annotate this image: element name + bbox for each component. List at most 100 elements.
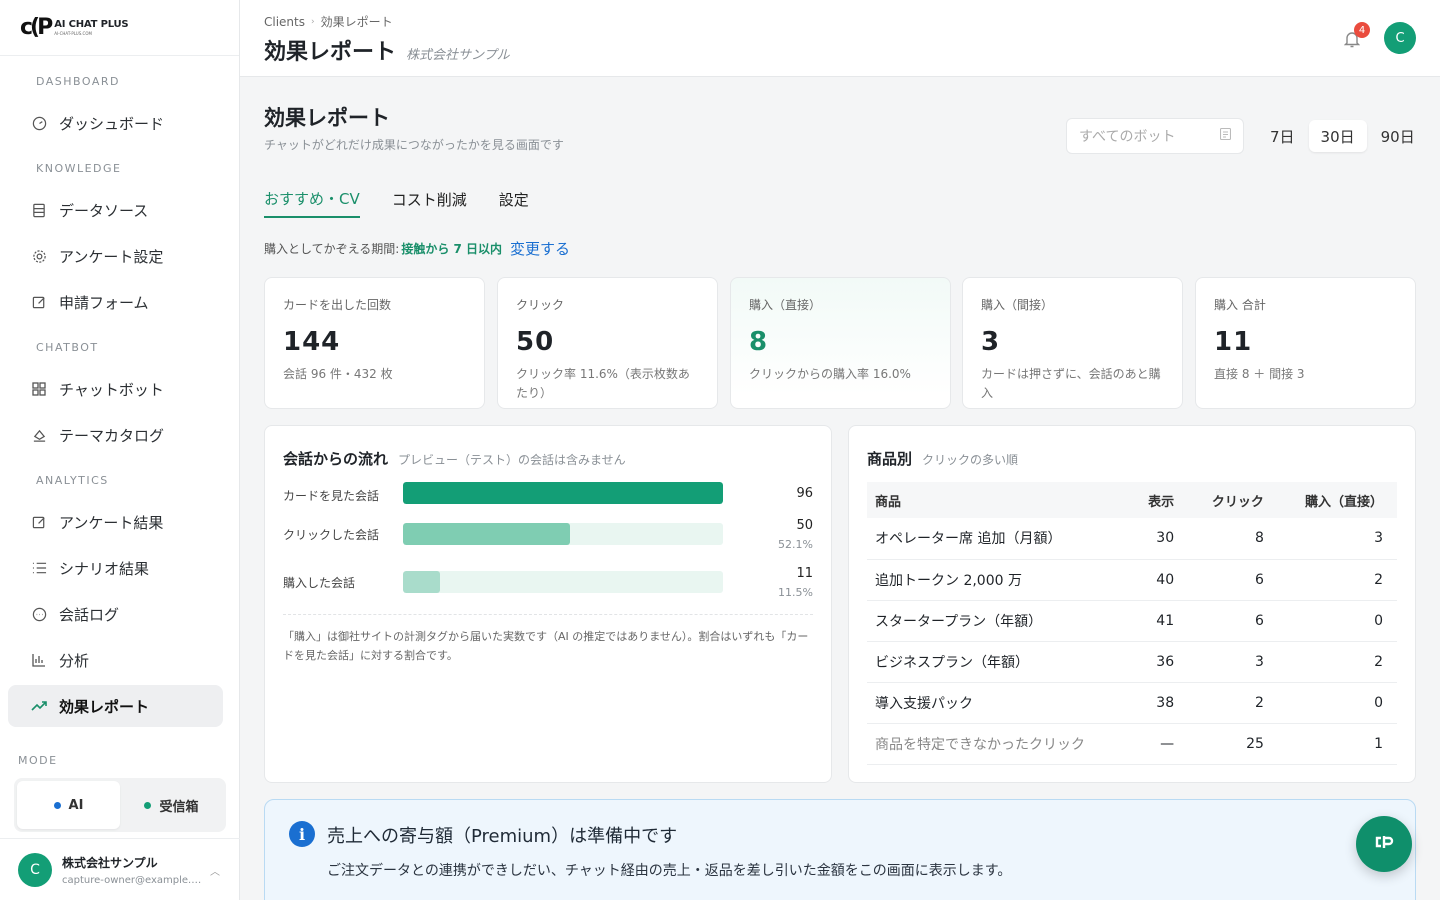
conversation-flow-panel: 会話からの流れ プレビュー（テスト）の会話は含みません カードを見た会話 96 … <box>264 425 832 783</box>
section-dashboard: DASHBOARD <box>36 75 121 88</box>
kpi-label: クリック <box>516 298 565 312</box>
flow-percent: 52.1% <box>778 538 813 551</box>
cell-product: オペレーター席 追加（月額） <box>867 518 1128 560</box>
kpi-label: カードを出した回数 <box>283 298 392 312</box>
breadcrumb-clients[interactable]: Clients <box>264 15 305 29</box>
logo[interactable]: c(P AI CHAT PLUS AI-CHAT-PLUS.COM <box>0 0 239 56</box>
sidebar-item-label: データソース <box>59 201 149 220</box>
kpi-note: クリックからの購入率 16.0% <box>749 367 911 381</box>
range-90d[interactable]: 90日 <box>1369 120 1427 152</box>
flow-count: 11 <box>796 566 813 581</box>
mode-option-inbox[interactable]: 受信箱 <box>120 781 223 829</box>
sidebar-item-dashboard[interactable]: ダッシュボード <box>8 102 223 144</box>
kpi-note: 直接 8 ＋ 間接 3 <box>1214 367 1305 381</box>
section-title: 効果レポート <box>264 106 390 130</box>
database-icon <box>31 202 47 218</box>
kpi-card-impressions: カードを出した回数 144 会話 96 件・432 枚 <box>264 277 485 409</box>
tab-cost-reduction[interactable]: コスト削減 <box>392 180 467 218</box>
list-icon <box>31 560 47 576</box>
flow-bar-track <box>403 571 723 593</box>
info-icon: i <box>289 821 315 847</box>
status-dot <box>53 801 61 809</box>
calendar-icon <box>1219 127 1232 144</box>
kpi-card-clicks: クリック 50 クリック率 11.6%（表示枚数あたり） <box>497 277 718 409</box>
sidebar-item-survey-settings[interactable]: アンケート設定 <box>8 235 223 277</box>
flow-label: クリックした会話 <box>283 528 380 542</box>
range-7d[interactable]: 7日 <box>1258 120 1307 152</box>
cell-impressions: 36 <box>1127 641 1189 683</box>
sidebar-item-label: ダッシュボード <box>59 114 165 133</box>
flow-row: 購入した会話 11 11.5% <box>283 566 813 607</box>
mode-option-ai[interactable]: AI <box>17 781 120 829</box>
chevron-right-icon: › <box>311 16 315 27</box>
table-row[interactable]: スタータープラン（年額） 41 6 0 <box>867 600 1397 642</box>
cell-clicks: 6 <box>1188 559 1278 601</box>
table-row[interactable]: ビジネスプラン（年額） 36 3 2 <box>867 641 1397 683</box>
table-row[interactable]: 商品を特定できなかったクリック — 25 1 <box>867 723 1397 765</box>
col-purchases[interactable]: 購入（直接） <box>1277 482 1397 518</box>
table-row[interactable]: 導入支援パック 38 2 0 <box>867 682 1397 724</box>
products-panel: 商品別 クリックの多い順 商品 表示 クリック 購入（直接） オペレーター席 追… <box>848 425 1416 783</box>
flow-label: カードを見た会話 <box>283 489 380 503</box>
table-row[interactable]: 追加トークン 2,000 万 40 6 2 <box>867 559 1397 601</box>
change-period-link[interactable]: 変更する <box>510 238 570 259</box>
sidebar-item-theme-catalog[interactable]: テーマカタログ <box>8 414 223 456</box>
gear-icon <box>31 248 47 264</box>
cell-clicks: 6 <box>1188 600 1278 642</box>
breadcrumb-current: 効果レポート <box>320 15 393 29</box>
logo-name-bold: PLUS <box>100 18 129 30</box>
tab-settings[interactable]: 設定 <box>499 180 529 218</box>
page-subtitle: 株式会社サンプル <box>406 48 510 63</box>
range-30d[interactable]: 30日 <box>1308 120 1367 152</box>
edit-icon <box>31 514 47 530</box>
period-value: 接触から 7 日以内 <box>401 242 503 256</box>
cell-product: 導入支援パック <box>867 682 1128 724</box>
sidebar-item-datasource[interactable]: データソース <box>8 189 223 231</box>
table-row[interactable]: オペレーター席 追加（月額） 30 8 3 <box>867 518 1397 560</box>
cell-clicks: 3 <box>1188 641 1278 683</box>
grid-icon <box>31 381 47 397</box>
premium-notice: i 売上への寄与額（Premium）は準備中です ご注文データとの連携ができしだ… <box>264 799 1416 900</box>
bot-select[interactable]: すべてのボット <box>1066 118 1244 154</box>
panel-subtitle: プレビュー（テスト）の会話は含みません <box>398 453 626 467</box>
notice-text: ご注文データとの連携ができしだい、チャット経由の売上・返品を差し引いた金額をこの… <box>327 863 1012 879</box>
sidebar-item-application-form[interactable]: 申請フォーム <box>8 281 223 323</box>
avatar: C <box>18 852 52 887</box>
flow-bar-track <box>403 482 723 504</box>
flow-bar-fill <box>403 571 440 593</box>
page-title: 効果レポート <box>264 40 397 65</box>
notice-title: 売上への寄与額（Premium）は準備中です <box>327 826 678 847</box>
col-impressions[interactable]: 表示 <box>1127 482 1189 518</box>
flow-note: 「購入」は御社サイトの計測タグから届いた実数です（AI の推定ではありません）。… <box>283 614 813 665</box>
sidebar-item-label: アンケート結果 <box>59 513 164 532</box>
col-clicks[interactable]: クリック <box>1188 482 1278 518</box>
sidebar-item-chat-log[interactable]: 会話ログ <box>8 593 223 635</box>
sidebar-item-effect-report[interactable]: 効果レポート <box>8 685 223 727</box>
bot-select-placeholder: すべてのボット <box>1079 129 1176 145</box>
col-product[interactable]: 商品 <box>867 482 1128 518</box>
sidebar-item-analysis[interactable]: 分析 <box>8 639 223 681</box>
chat-launcher-button[interactable] <box>1356 816 1412 872</box>
cell-impressions: 40 <box>1127 559 1189 601</box>
section-description: チャットがどれだけ成果につながったかを見る画面です <box>264 138 564 152</box>
status-dot <box>144 801 152 809</box>
sidebar-item-label: シナリオ結果 <box>59 559 150 578</box>
header-avatar[interactable]: C <box>1384 22 1416 54</box>
tab-recommend-cv[interactable]: おすすめ・CV <box>264 180 360 218</box>
sidebar-item-survey-results[interactable]: アンケート結果 <box>8 501 223 543</box>
sidebar: c(P AI CHAT PLUS AI-CHAT-PLUS.COM DASHBO… <box>0 0 240 900</box>
top-header: Clients › 効果レポート 効果レポート 株式会社サンプル 4 C <box>240 0 1440 77</box>
breadcrumb: Clients › 効果レポート <box>264 13 393 30</box>
cell-impressions: 38 <box>1127 682 1189 724</box>
user-menu[interactable]: C 株式会社サンプル capture-owner@example.c... ︿ <box>0 838 240 900</box>
mode-option-label: 受信箱 <box>159 799 199 815</box>
sidebar-item-scenario-results[interactable]: シナリオ結果 <box>8 547 223 589</box>
kpi-value: 144 <box>283 327 341 357</box>
sidebar-item-chatbot[interactable]: チャットボット <box>8 368 223 410</box>
sidebar-item-label: 申請フォーム <box>59 293 149 312</box>
kpi-label: 購入（直接） <box>749 298 822 312</box>
cell-product: 商品を特定できなかったクリック <box>867 723 1128 765</box>
chat-icon <box>31 606 47 622</box>
cell-impressions: 41 <box>1127 600 1189 642</box>
panel-title: 会話からの流れ <box>283 450 389 468</box>
